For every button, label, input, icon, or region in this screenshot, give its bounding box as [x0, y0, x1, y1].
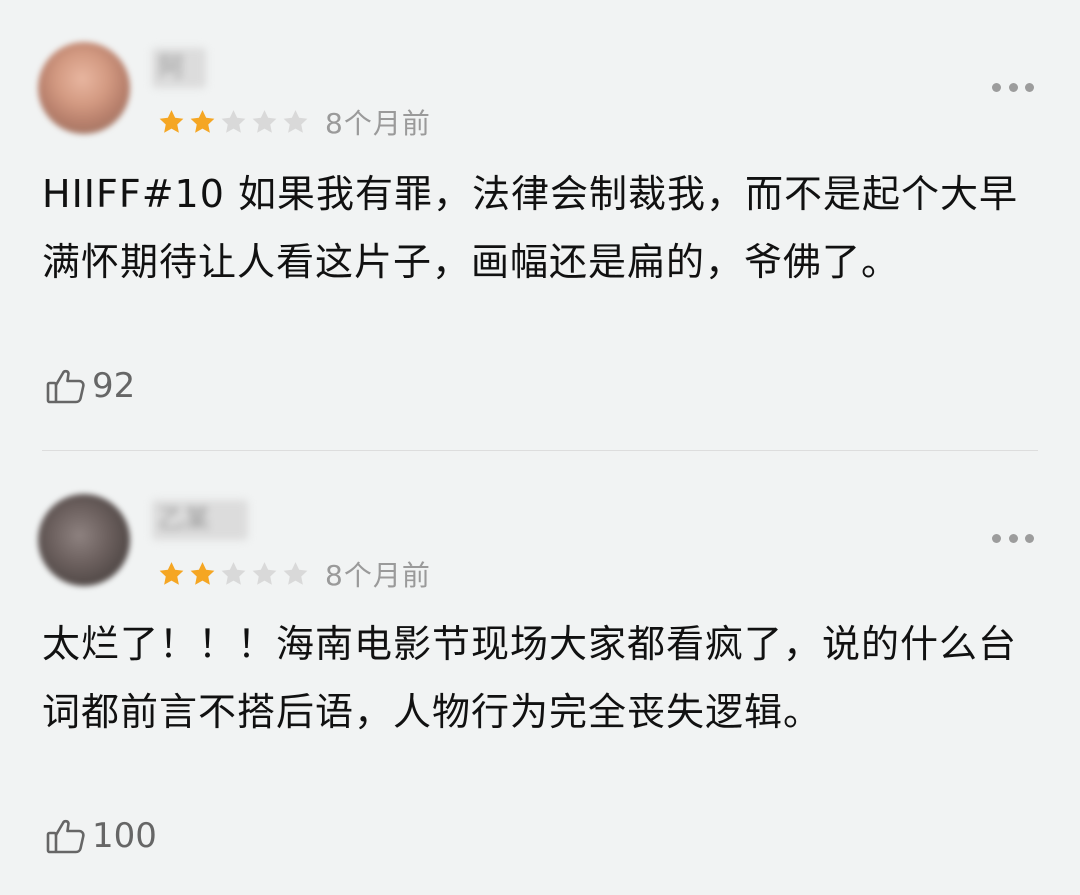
star-empty-icon [249, 559, 280, 589]
review-time: 8个月前 [325, 559, 431, 592]
star-rating [156, 559, 311, 589]
review-card: 乙某 8个月前 太烂了！！！海南电影节现场大家都看疯了，说的什么台词都前言不搭后… [0, 0, 1080, 895]
review-list: 阿 8个月前 HIIFF#10 如果我有罪，法律会制裁我，而不是起个大早满怀期待… [0, 0, 1080, 895]
like-button[interactable]: 100 [44, 814, 157, 858]
star-empty-icon [280, 559, 311, 589]
review-text: 太烂了！！！海南电影节现场大家都看疯了，说的什么台词都前言不搭后语，人物行为完全… [42, 622, 1018, 734]
avatar[interactable] [38, 494, 130, 586]
star-filled-icon [156, 559, 187, 589]
rating-row: 8个月前 [156, 556, 431, 592]
star-filled-icon [187, 559, 218, 589]
username[interactable]: 乙某 [152, 500, 248, 540]
star-empty-icon [218, 559, 249, 589]
thumbs-up-icon [44, 814, 88, 858]
more-dots-icon[interactable] [992, 531, 1034, 545]
like-count: 100 [92, 816, 157, 856]
